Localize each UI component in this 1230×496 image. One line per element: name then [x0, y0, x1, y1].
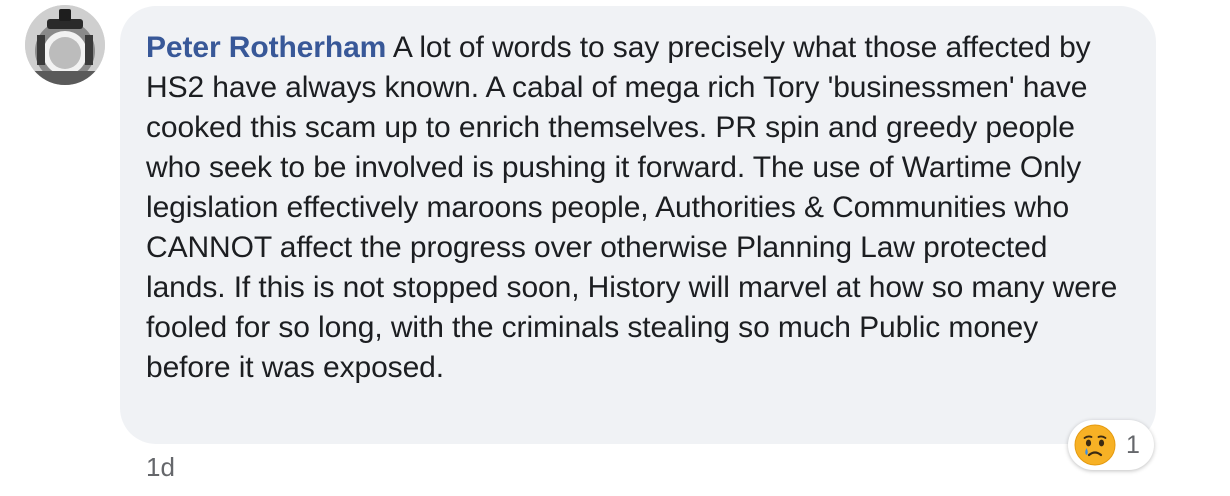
- comment-timestamp[interactable]: 1d: [146, 451, 175, 483]
- reaction-summary[interactable]: 1: [1068, 420, 1154, 470]
- author-name-link[interactable]: Peter Rotherham: [146, 31, 386, 64]
- comment-body: Peter Rotherham A lot of words to say pr…: [146, 28, 1128, 388]
- reaction-count: 1: [1126, 430, 1140, 459]
- sad-face-icon: [1074, 424, 1116, 466]
- comment-text: A lot of words to say precisely what tho…: [146, 31, 1118, 384]
- profile-photo: [25, 5, 105, 85]
- comment-bubble: Peter Rotherham A lot of words to say pr…: [120, 6, 1156, 444]
- comment: Peter Rotherham A lot of words to say pr…: [0, 0, 1230, 496]
- avatar[interactable]: [25, 5, 105, 85]
